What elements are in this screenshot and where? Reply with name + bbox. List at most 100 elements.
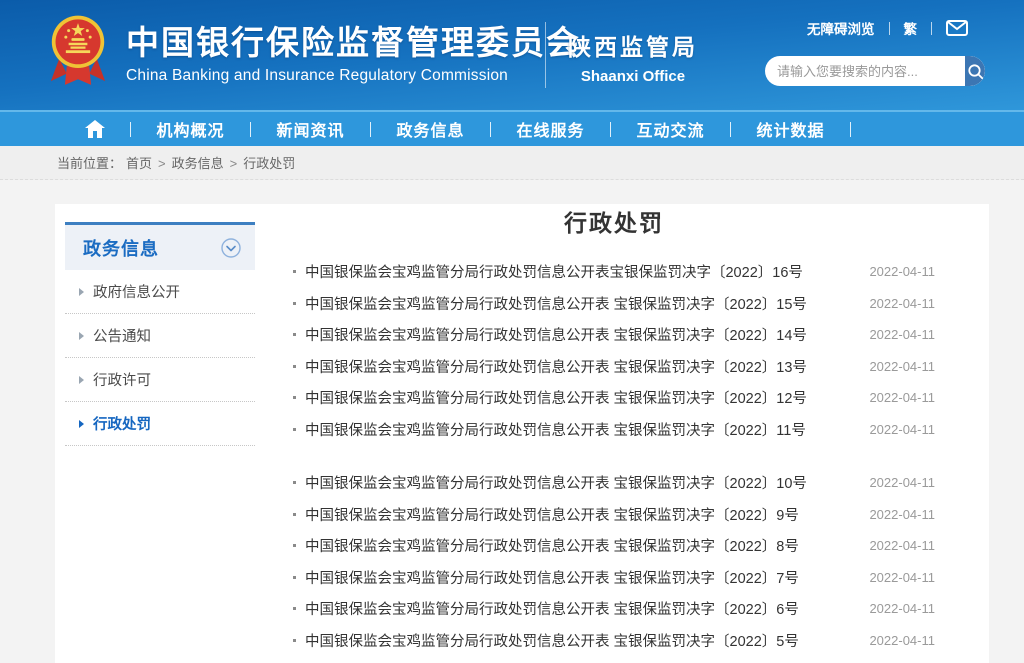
bullet-dot-icon — [293, 544, 296, 548]
sidebar-item[interactable]: 行政处罚 — [65, 402, 255, 446]
document-link[interactable]: 中国银保监会宝鸡监管分局行政处罚信息公开表 宝银保监罚决字〔2022〕7号 — [293, 567, 853, 588]
document-group: 中国银保监会宝鸡监管分局行政处罚信息公开表宝银保监罚决字〔2022〕16号 20… — [293, 256, 935, 445]
list-item: 中国银保监会宝鸡监管分局行政处罚信息公开表 宝银保监罚决字〔2022〕11号 2… — [293, 414, 935, 446]
bullet-dot-icon — [293, 575, 296, 579]
utility-divider — [888, 21, 890, 35]
org-title-cn: 中国银行保险监督管理委员会 — [126, 24, 581, 62]
breadcrumb-separator: > — [158, 156, 166, 171]
site-header: 中国银行保险监督管理委员会 China Banking and Insuranc… — [0, 0, 1024, 110]
nav-item-4[interactable]: 在线服务 — [491, 117, 610, 141]
bullet-dot-icon — [293, 512, 296, 516]
nav-item-6[interactable]: 统计数据 — [731, 117, 850, 141]
breadcrumb-prefix: 当前位置： — [57, 156, 123, 171]
utility-divider — [931, 21, 932, 35]
list-item: 中国银保监会宝鸡监管分局行政处罚信息公开表宝银保监罚决字〔2022〕16号 20… — [293, 256, 935, 288]
nav-item-2[interactable]: 新闻资讯 — [251, 117, 370, 141]
bullet-dot-icon — [293, 301, 296, 305]
list-item: 中国银保监会宝鸡监管分局行政处罚信息公开表 宝银保监罚决字〔2022〕5号 20… — [293, 625, 935, 657]
list-item: 中国银保监会宝鸡监管分局行政处罚信息公开表 宝银保监罚决字〔2022〕8号 20… — [293, 530, 935, 562]
search-box — [765, 56, 985, 86]
document-list: 中国银保监会宝鸡监管分局行政处罚信息公开表宝银保监罚决字〔2022〕16号 20… — [293, 256, 935, 656]
sidebar-item[interactable]: 行政许可 — [65, 358, 255, 402]
document-link[interactable]: 中国银保监会宝鸡监管分局行政处罚信息公开表宝银保监罚决字〔2022〕16号 — [293, 261, 853, 282]
document-date: 2022-04-11 — [869, 295, 935, 311]
sidebar-item-label: 政府信息公开 — [93, 285, 180, 301]
office-title-en: Shaanxi Office — [580, 68, 686, 85]
list-item: 中国银保监会宝鸡监管分局行政处罚信息公开表 宝银保监罚决字〔2022〕10号 2… — [293, 467, 935, 499]
triangle-marker-icon — [79, 375, 84, 384]
document-title: 中国银保监会宝鸡监管分局行政处罚信息公开表 宝银保监罚决字〔2022〕6号 — [305, 602, 799, 619]
list-item: 中国银保监会宝鸡监管分局行政处罚信息公开表 宝银保监罚决字〔2022〕14号 2… — [293, 319, 935, 351]
office-title: 陕西监管局 Shaanxi Office — [568, 28, 698, 85]
document-title: 中国银保监会宝鸡监管分局行政处罚信息公开表 宝银保监罚决字〔2022〕13号 — [305, 359, 807, 376]
list-item: 中国银保监会宝鸡监管分局行政处罚信息公开表 宝银保监罚决字〔2022〕9号 20… — [293, 499, 935, 531]
sidebar-header[interactable]: 政务信息 — [65, 222, 255, 270]
sidebar-item[interactable]: 公告通知 — [65, 314, 255, 358]
document-link[interactable]: 中国银保监会宝鸡监管分局行政处罚信息公开表 宝银保监罚决字〔2022〕12号 — [293, 387, 853, 408]
document-title: 中国银保监会宝鸡监管分局行政处罚信息公开表 宝银保监罚决字〔2022〕9号 — [305, 507, 799, 524]
document-title: 中国银保监会宝鸡监管分局行政处罚信息公开表宝银保监罚决字〔2022〕16号 — [305, 265, 803, 282]
bullet-dot-icon — [293, 333, 296, 337]
list-item: 中国银保监会宝鸡监管分局行政处罚信息公开表 宝银保监罚决字〔2022〕13号 2… — [293, 351, 935, 383]
document-date: 2022-04-11 — [869, 569, 935, 585]
document-date: 2022-04-11 — [869, 601, 935, 617]
document-date: 2022-04-11 — [869, 475, 935, 491]
breadcrumb-link[interactable]: 行政处罚 — [243, 156, 295, 171]
page-title: 行政处罚 — [564, 210, 664, 236]
breadcrumb-link[interactable]: 首页 — [126, 156, 152, 171]
sidebar-title: 政务信息 — [83, 238, 159, 259]
mail-icon[interactable] — [946, 20, 968, 36]
bullet-dot-icon — [293, 270, 296, 274]
utility-links: 无障碍浏览 繁 — [807, 18, 968, 38]
search-input[interactable] — [765, 56, 965, 86]
document-date: 2022-04-11 — [869, 421, 935, 437]
document-link[interactable]: 中国银保监会宝鸡监管分局行政处罚信息公开表 宝银保监罚决字〔2022〕14号 — [293, 324, 853, 345]
sidebar-item[interactable]: 政府信息公开 — [65, 270, 255, 314]
breadcrumb-separator: > — [229, 156, 238, 171]
brand: 中国银行保险监督管理委员会 China Banking and Insuranc… — [48, 10, 581, 98]
document-title: 中国银保监会宝鸡监管分局行政处罚信息公开表 宝银保监罚决字〔2022〕8号 — [305, 539, 799, 556]
list-item: 中国银保监会宝鸡监管分局行政处罚信息公开表 宝银保监罚决字〔2022〕6号 20… — [293, 593, 935, 625]
sidebar-item-label: 公告通知 — [93, 329, 151, 345]
nav-home-link[interactable] — [60, 120, 130, 138]
triangle-marker-icon — [79, 419, 84, 428]
accessibility-link[interactable]: 无障碍浏览 — [807, 18, 875, 38]
document-group: 中国银保监会宝鸡监管分局行政处罚信息公开表 宝银保监罚决字〔2022〕10号 2… — [293, 467, 935, 656]
search-icon — [967, 63, 983, 79]
national-emblem-icon — [50, 15, 106, 85]
nav-item-1[interactable]: 机构概况 — [131, 117, 250, 141]
chevron-down-circle-icon[interactable] — [221, 237, 241, 258]
nav-item-3[interactable]: 政务信息 — [371, 117, 490, 141]
nav-item-5[interactable]: 互动交流 — [611, 117, 730, 141]
bullet-dot-icon — [293, 364, 296, 368]
document-title: 中国银保监会宝鸡监管分局行政处罚信息公开表 宝银保监罚决字〔2022〕10号 — [305, 476, 807, 493]
document-link[interactable]: 中国银保监会宝鸡监管分局行政处罚信息公开表 宝银保监罚决字〔2022〕8号 — [293, 535, 853, 556]
list-item: 中国银保监会宝鸡监管分局行政处罚信息公开表 宝银保监罚决字〔2022〕12号 2… — [293, 382, 935, 414]
document-date: 2022-04-11 — [869, 358, 935, 374]
triangle-marker-icon — [79, 331, 84, 340]
document-title: 中国银保监会宝鸡监管分局行政处罚信息公开表 宝银保监罚决字〔2022〕7号 — [305, 570, 799, 587]
main-nav: 机构概况 新闻资讯 政务信息 在线服务 互动交流 统计数据 — [0, 110, 1024, 146]
document-link[interactable]: 中国银保监会宝鸡监管分局行政处罚信息公开表 宝银保监罚决字〔2022〕11号 — [293, 419, 853, 440]
main-content: 行政处罚 中国银保监会宝鸡监管分局行政处罚信息公开表宝银保监罚决字〔2022〕1… — [293, 204, 935, 656]
document-link[interactable]: 中国银保监会宝鸡监管分局行政处罚信息公开表 宝银保监罚决字〔2022〕10号 — [293, 472, 853, 493]
document-title: 中国银保监会宝鸡监管分局行政处罚信息公开表 宝银保监罚决字〔2022〕11号 — [305, 422, 806, 439]
bullet-dot-icon — [293, 427, 296, 431]
breadcrumb-link[interactable]: 政务信息 — [172, 156, 224, 171]
content-wrapper: 政务信息 政府信息公开 公告通知 行政许可 行政处罚 行政处罚 中国银保监会宝鸡… — [55, 204, 989, 663]
document-link[interactable]: 中国银保监会宝鸡监管分局行政处罚信息公开表 宝银保监罚决字〔2022〕13号 — [293, 356, 853, 377]
document-link[interactable]: 中国银保监会宝鸡监管分局行政处罚信息公开表 宝银保监罚决字〔2022〕5号 — [293, 630, 853, 651]
document-date: 2022-04-11 — [869, 327, 935, 343]
document-date: 2022-04-11 — [869, 632, 935, 648]
sidebar: 政务信息 政府信息公开 公告通知 行政许可 行政处罚 — [65, 222, 255, 446]
document-title: 中国银保监会宝鸡监管分局行政处罚信息公开表 宝银保监罚决字〔2022〕15号 — [305, 296, 807, 313]
document-link[interactable]: 中国银保监会宝鸡监管分局行政处罚信息公开表 宝银保监罚决字〔2022〕15号 — [293, 293, 853, 314]
traditional-chinese-link[interactable]: 繁 — [904, 18, 918, 38]
document-link[interactable]: 中国银保监会宝鸡监管分局行政处罚信息公开表 宝银保监罚决字〔2022〕6号 — [293, 598, 853, 619]
list-item: 中国银保监会宝鸡监管分局行政处罚信息公开表 宝银保监罚决字〔2022〕7号 20… — [293, 562, 935, 594]
document-title: 中国银保监会宝鸡监管分局行政处罚信息公开表 宝银保监罚决字〔2022〕14号 — [305, 328, 807, 345]
sidebar-item-label: 行政处罚 — [93, 417, 151, 433]
document-link[interactable]: 中国银保监会宝鸡监管分局行政处罚信息公开表 宝银保监罚决字〔2022〕9号 — [293, 504, 853, 525]
document-title: 中国银保监会宝鸡监管分局行政处罚信息公开表 宝银保监罚决字〔2022〕5号 — [305, 633, 799, 650]
search-button[interactable] — [965, 56, 985, 86]
